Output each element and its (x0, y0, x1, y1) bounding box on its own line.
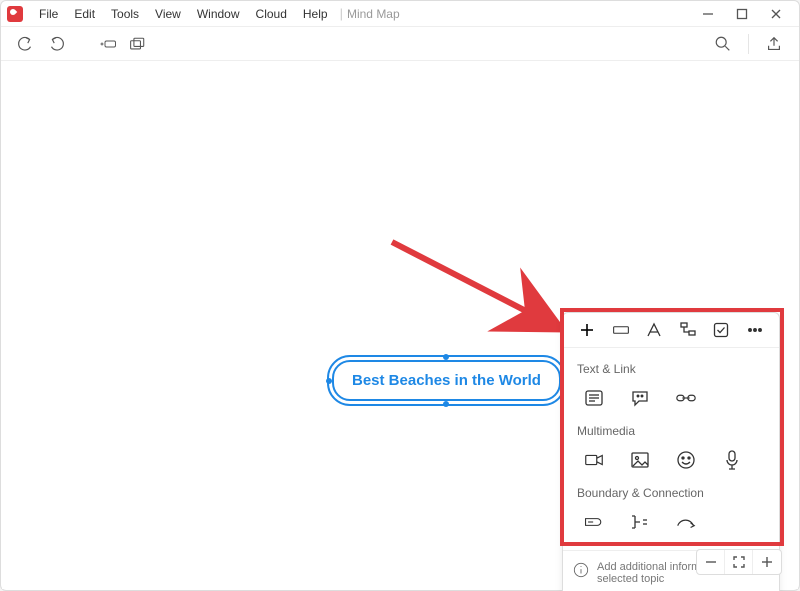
rectangle-icon (612, 321, 630, 339)
menu-file[interactable]: File (31, 5, 66, 23)
structure-icon (679, 321, 697, 339)
relationship-icon (675, 511, 697, 533)
row-boundary (569, 504, 773, 540)
menu-edit[interactable]: Edit (66, 5, 103, 23)
menu-tools[interactable]: Tools (103, 5, 147, 23)
add-topic-button[interactable] (93, 31, 123, 57)
callout-arrow-icon (382, 232, 582, 362)
menu-separator: | (340, 6, 343, 21)
panel-tab-structure[interactable] (674, 317, 702, 343)
plus-icon (578, 321, 596, 339)
panel-tabs (563, 313, 779, 348)
multi-page-button[interactable] (123, 31, 153, 57)
redo-button[interactable] (41, 31, 71, 57)
document-title: Mind Map (347, 7, 400, 21)
text-a-icon (645, 321, 663, 339)
panel-body: Text & Link Multimedia (563, 348, 779, 550)
row-text-link (569, 380, 773, 416)
panel-tab-more[interactable] (741, 317, 769, 343)
plus-small-icon (760, 555, 774, 569)
share-icon (765, 35, 783, 53)
note-icon (583, 387, 605, 409)
search-button[interactable] (708, 31, 738, 57)
insert-emoji-button[interactable] (665, 444, 707, 476)
insert-image-button[interactable] (619, 444, 661, 476)
minus-icon (704, 555, 718, 569)
node-text: Best Beaches in the World (352, 372, 541, 389)
section-boundary-label: Boundary & Connection (569, 478, 773, 504)
toolbar-separator (748, 34, 749, 54)
zoom-controls (696, 549, 782, 575)
video-icon (583, 449, 605, 471)
row-multimedia (569, 442, 773, 478)
zoom-out-button[interactable] (697, 550, 725, 574)
menu-help[interactable]: Help (295, 5, 336, 23)
boundary-icon (583, 511, 605, 533)
summary-icon (629, 511, 651, 533)
panel-tab-insert[interactable] (573, 317, 601, 343)
panel-tab-shape[interactable] (607, 317, 635, 343)
window-minimize-button[interactable] (691, 2, 725, 26)
node-handle-left[interactable] (326, 378, 332, 384)
insert-note-button[interactable] (573, 382, 615, 414)
link-icon (675, 387, 697, 409)
mic-icon (721, 449, 743, 471)
toolbar (1, 27, 799, 61)
panel-tab-text[interactable] (640, 317, 668, 343)
fit-icon (732, 555, 746, 569)
search-icon (714, 35, 732, 53)
image-icon (629, 449, 651, 471)
fit-view-button[interactable] (725, 550, 753, 574)
app-logo (7, 6, 23, 22)
menu-cloud[interactable]: Cloud (248, 5, 295, 23)
central-topic-node[interactable]: Best Beaches in the World (332, 360, 561, 401)
undo-button[interactable] (11, 31, 41, 57)
zoom-in-button[interactable] (753, 550, 781, 574)
insert-comment-button[interactable] (619, 382, 661, 414)
insert-video-button[interactable] (573, 444, 615, 476)
insert-boundary-button[interactable] (573, 506, 615, 538)
section-text-link-label: Text & Link (569, 354, 773, 380)
more-icon (746, 321, 764, 339)
comment-icon (629, 387, 651, 409)
menu-window[interactable]: Window (189, 5, 248, 23)
insert-link-button[interactable] (665, 382, 707, 414)
section-multimedia-label: Multimedia (569, 416, 773, 442)
menubar: File Edit Tools View Window Cloud Help |… (1, 1, 799, 27)
app-window: File Edit Tools View Window Cloud Help |… (0, 0, 800, 591)
insert-audio-button[interactable] (711, 444, 753, 476)
window-close-button[interactable] (759, 2, 793, 26)
share-button[interactable] (759, 31, 789, 57)
canvas[interactable]: Best Beaches in the World (2, 62, 798, 589)
emoji-icon (675, 449, 697, 471)
insert-relationship-button[interactable] (665, 506, 707, 538)
window-maximize-button[interactable] (725, 2, 759, 26)
insert-summary-button[interactable] (619, 506, 661, 538)
panel-tab-task[interactable] (707, 317, 735, 343)
menu-view[interactable]: View (147, 5, 189, 23)
info-icon (573, 562, 589, 578)
checkbox-icon (712, 321, 730, 339)
